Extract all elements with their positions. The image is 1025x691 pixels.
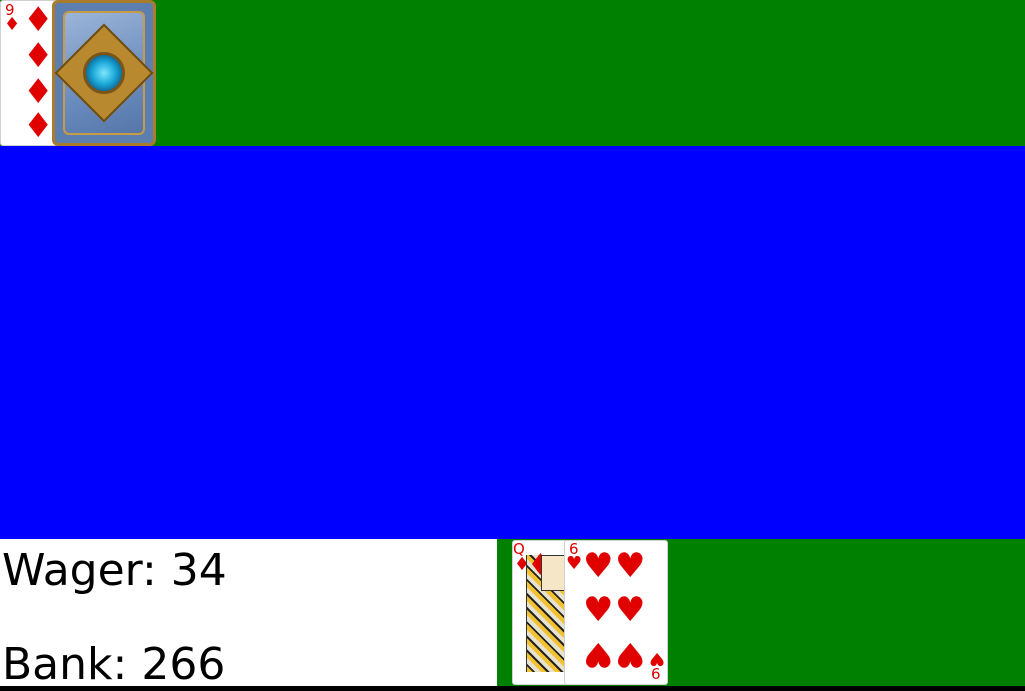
heart-icon: ♥: [583, 590, 614, 630]
bottom-border: [0, 686, 1025, 691]
heart-icon: ♥: [566, 553, 583, 574]
player-hand-area: Q ♦ ♦ 6 ♥ ♥ ♥ ♥ ♥ ♥ ♥ ♥ 6: [497, 539, 1025, 686]
queen-face: [541, 555, 565, 591]
dealer-hand-area: 9 ♦ ♦ ♦ ♦ ♦: [0, 0, 1025, 146]
diamond-icon: ♦: [23, 0, 54, 40]
diamond-icon: ♦: [23, 36, 54, 76]
diamond-icon: ♦: [23, 106, 54, 146]
card-rank: 6: [651, 665, 661, 683]
bank-label: Bank: 266: [2, 639, 226, 690]
diamond-icon: ♦: [4, 14, 21, 35]
player-card-queen-of-diamonds: Q ♦ ♦: [512, 540, 572, 685]
diamond-icon: ♦: [23, 72, 54, 112]
card-back-orb-icon: [83, 52, 125, 94]
player-card-six-of-hearts: 6 ♥ ♥ ♥ ♥ ♥ ♥ ♥ ♥ 6: [564, 540, 668, 685]
card-back-design: [54, 11, 154, 135]
heart-icon: ♥: [615, 590, 646, 630]
heart-icon: ♥: [615, 546, 646, 586]
heart-icon: ♥: [615, 634, 646, 674]
table-middle-area: [0, 146, 1025, 539]
heart-icon: ♥: [583, 634, 614, 674]
wager-label: Wager: 34: [2, 545, 227, 596]
heart-icon: ♥: [583, 546, 614, 586]
dealer-card-face-down: [52, 0, 156, 146]
